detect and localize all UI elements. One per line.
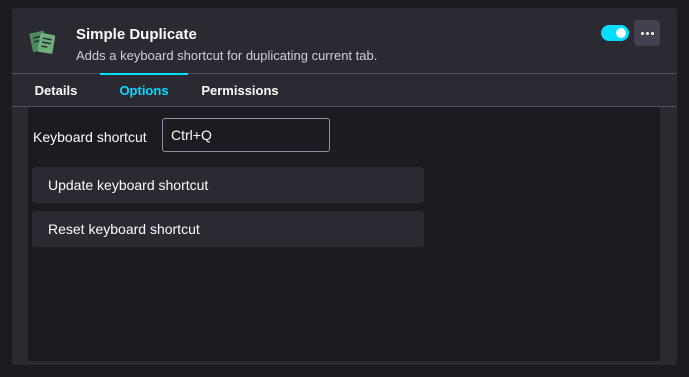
addon-card: Simple Duplicate Adds a keyboard shortcu… (12, 8, 677, 365)
addon-name: Simple Duplicate (76, 26, 197, 43)
enable-toggle[interactable] (601, 25, 629, 41)
addon-description: Adds a keyboard shortcut for duplicating… (76, 48, 378, 63)
duplicate-pages-icon (29, 30, 56, 54)
toggle-knob (616, 28, 626, 38)
tab-bar: Details Options Permissions (12, 73, 677, 106)
shortcut-input[interactable] (162, 118, 330, 152)
reset-shortcut-button[interactable]: Reset keyboard shortcut (32, 211, 424, 247)
tab-options[interactable]: Options (100, 73, 188, 106)
update-shortcut-button[interactable]: Update keyboard shortcut (32, 167, 424, 203)
options-panel: Keyboard shortcut Update keyboard shortc… (28, 107, 660, 361)
ellipsis-dot (650, 31, 654, 35)
shortcut-label: Keyboard shortcut (33, 129, 147, 145)
more-options-button[interactable] (634, 20, 660, 46)
tab-details[interactable]: Details (22, 74, 90, 106)
addon-header: Simple Duplicate Adds a keyboard shortcu… (12, 8, 677, 74)
ellipsis-dot (645, 31, 649, 35)
ellipsis-icon (640, 31, 644, 35)
tab-permissions[interactable]: Permissions (195, 74, 285, 106)
